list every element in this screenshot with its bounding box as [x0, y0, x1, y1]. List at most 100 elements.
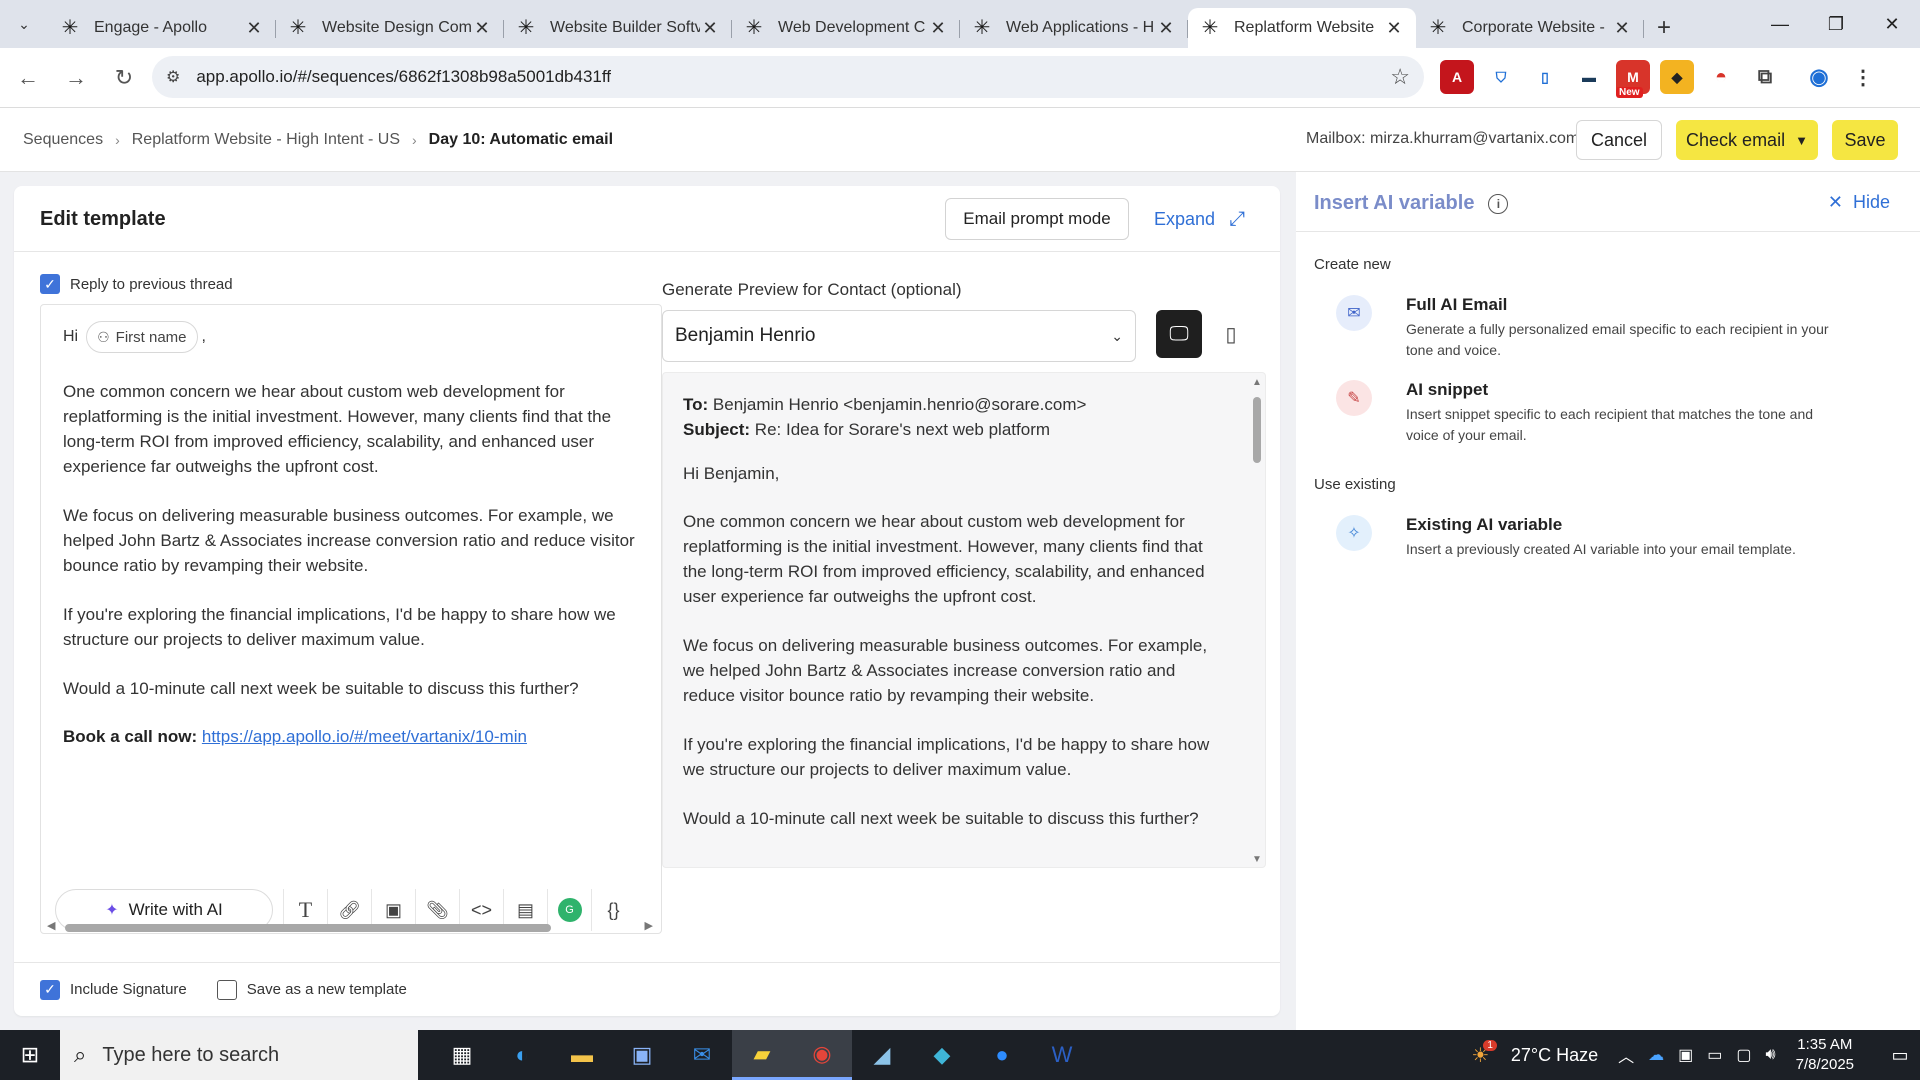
breadcrumb-sequences[interactable]: Sequences — [23, 131, 103, 149]
reply-thread-option[interactable]: ✓ Reply to previous thread — [40, 274, 233, 294]
tab-close-icon[interactable]: ✕ — [1384, 18, 1404, 39]
include-signature-option[interactable]: ✓ Include Signature — [40, 979, 187, 1000]
breadcrumb-sequence-name[interactable]: Replatform Website - High Intent - US — [132, 131, 400, 149]
browser-tab[interactable]: ✳ Web Development C ✕ — [732, 8, 960, 48]
volume-icon[interactable]: 🔊︎ — [1766, 1046, 1776, 1064]
word-icon[interactable]: W — [1032, 1030, 1092, 1080]
scroll-down-arrow-icon[interactable]: ▼ — [1252, 854, 1262, 865]
scroll-left-arrow-icon[interactable]: ◀ — [47, 919, 55, 932]
check-email-label: Check email — [1686, 129, 1786, 150]
chrome-icon[interactable]: ◉ — [792, 1030, 852, 1080]
ai-snippet-option[interactable]: ✎ AI snippet Insert snippet specific to … — [1336, 380, 1856, 443]
edge-icon[interactable]: ◐ — [492, 1030, 552, 1080]
battery-icon[interactable]: ▭ — [1707, 1045, 1722, 1065]
pdf-extension-icon[interactable]: A — [1440, 60, 1474, 94]
close-window-icon[interactable]: ✕ — [1864, 0, 1920, 48]
reload-icon[interactable]: ↻ — [104, 58, 144, 98]
horizontal-scrollbar[interactable]: ◀ ▶ — [47, 919, 653, 932]
expand-button[interactable]: Expand ⤢ — [1154, 208, 1245, 231]
full-ai-email-option[interactable]: ✉ Full AI Email Generate a fully persona… — [1336, 295, 1856, 358]
save-new-template-option[interactable]: Save as a new template — [216, 979, 407, 1000]
book-call-link[interactable]: https://app.apollo.io/#/meet/vartanix/10… — [202, 727, 527, 746]
restore-icon[interactable]: ❐ — [1808, 0, 1864, 48]
email-preview-pane[interactable]: To: Benjamin Henrio <benjamin.henrio@sor… — [662, 372, 1266, 868]
zoom-icon[interactable]: ● — [972, 1030, 1032, 1080]
tab-close-icon[interactable]: ✕ — [700, 18, 720, 39]
mobile-preview-button[interactable]: ▯ — [1208, 310, 1254, 358]
store-icon[interactable]: ▣ — [612, 1030, 672, 1080]
browser-tab-active[interactable]: ✳ Replatform Website ✕ — [1188, 8, 1416, 48]
file-explorer-icon[interactable]: ▬ — [552, 1030, 612, 1080]
tab-close-icon[interactable]: ✕ — [472, 18, 492, 39]
new-tab-button[interactable]: + — [1644, 8, 1684, 48]
folder-extension-icon[interactable]: ▬ — [1572, 60, 1606, 94]
person-icon: ⚇ — [97, 328, 110, 345]
close-icon: ✕ — [1827, 192, 1843, 212]
preview-contact-select[interactable]: Benjamin Henrio ⌄ — [662, 310, 1136, 362]
reply-thread-label: Reply to previous thread — [70, 275, 233, 293]
pokeball-extension-icon[interactable]: ◓ — [1704, 60, 1738, 94]
email-prompt-mode-button[interactable]: Email prompt mode — [945, 198, 1129, 240]
caret-down-icon[interactable]: ▼ — [1795, 133, 1808, 148]
back-icon[interactable]: ← — [8, 58, 48, 98]
windows-start-icon[interactable]: ⊞ — [0, 1030, 60, 1080]
address-bar[interactable]: ⚙ app.apollo.io/#/sequences/6862f1308b98… — [152, 56, 1424, 98]
desktop-preview-button[interactable]: 🖵︎ — [1156, 310, 1202, 358]
notes-app-icon[interactable]: ◢ — [852, 1030, 912, 1080]
network-icon[interactable]: ▢ — [1736, 1045, 1751, 1065]
scrollbar-thumb[interactable] — [1253, 397, 1261, 463]
diamond-app-icon[interactable]: ◆ — [912, 1030, 972, 1080]
tab-close-icon[interactable]: ✕ — [244, 18, 264, 39]
scroll-up-arrow-icon[interactable]: ▲ — [1252, 377, 1262, 388]
cancel-button[interactable]: Cancel — [1576, 120, 1662, 160]
tab-close-icon[interactable]: ✕ — [928, 18, 948, 39]
existing-ai-variable-option[interactable]: ✧ Existing AI variable Insert a previous… — [1336, 515, 1856, 559]
tray-app-icon[interactable]: ▣ — [1678, 1045, 1693, 1065]
reply-thread-checkbox[interactable]: ✓ — [40, 274, 60, 294]
vertical-scrollbar[interactable]: ▲ ▼ — [1251, 377, 1263, 865]
check-email-button[interactable]: Check email ▼ — [1676, 120, 1818, 160]
profile-avatar-icon[interactable]: ◉ — [1802, 60, 1836, 94]
scroll-right-arrow-icon[interactable]: ▶ — [645, 919, 653, 932]
document-extension-icon[interactable]: ▯ — [1528, 60, 1562, 94]
url-text[interactable]: app.apollo.io/#/sequences/6862f1308b98a5… — [196, 67, 1390, 87]
browser-menu-icon[interactable]: ⋮ — [1846, 60, 1880, 94]
hide-panel-button[interactable]: ✕ Hide — [1828, 192, 1890, 213]
taskbar-clock[interactable]: 1:35 AM 7/8/2025 — [1796, 1035, 1854, 1075]
tab-close-icon[interactable]: ✕ — [1156, 18, 1176, 39]
browser-tab[interactable]: ✳ Website Design Com ✕ — [276, 8, 504, 48]
include-signature-checkbox[interactable]: ✓ — [40, 979, 60, 1000]
mail-extension-icon[interactable]: M New — [1616, 60, 1650, 98]
browser-tab[interactable]: ✳ Corporate Website - ✕ — [1416, 8, 1644, 48]
email-body-editor[interactable]: Hi ⚇ First name , One common concern we … — [40, 304, 662, 934]
save-button[interactable]: Save — [1832, 120, 1898, 160]
mail-icon[interactable]: ✉ — [672, 1030, 732, 1080]
info-icon[interactable]: i — [1488, 193, 1509, 214]
apollo-favicon-icon: ✳ — [1429, 17, 1447, 39]
browser-tab[interactable]: ✳ Web Applications - H ✕ — [960, 8, 1188, 48]
minimize-icon[interactable]: — — [1752, 0, 1808, 48]
windows-taskbar: ⊞ ⌕ Type here to search ▦ ◐ ▬ ▣ ✉ ▰ ◉ ◢ … — [0, 1030, 1920, 1080]
shield-extension-icon[interactable]: ⛉ — [1484, 60, 1518, 94]
tab-close-icon[interactable]: ✕ — [1612, 18, 1632, 39]
site-info-icon[interactable]: ⚙ — [166, 67, 180, 87]
onedrive-icon[interactable]: ☁ — [1648, 1045, 1664, 1065]
browser-tab[interactable]: ✳ Website Builder Softv ✕ — [504, 8, 732, 48]
chevron-up-icon[interactable]: ︿ — [1618, 1043, 1634, 1067]
taskbar-search-box[interactable]: ⌕ Type here to search — [60, 1030, 418, 1080]
tab-search-button[interactable]: ⌄ — [0, 0, 48, 48]
ai-snippet-icon: ✎ — [1336, 380, 1372, 416]
tag-extension-icon[interactable]: ◆ — [1660, 60, 1694, 94]
task-view-icon[interactable]: ▦ — [432, 1030, 492, 1080]
weather-widget[interactable]: ☀ 1 27°C Haze — [1471, 1039, 1598, 1068]
notifications-icon[interactable]: ▭ — [1880, 1045, 1920, 1066]
preview-contact-label: Generate Preview for Contact (optional) — [662, 280, 962, 299]
forward-icon[interactable]: → — [56, 58, 96, 98]
extensions-puzzle-icon[interactable]: ⧉ — [1748, 60, 1782, 94]
scrollbar-thumb[interactable] — [65, 924, 551, 932]
browser-tab[interactable]: ✳ Engage - Apollo ✕ — [48, 8, 276, 48]
first-name-variable-chip[interactable]: ⚇ First name — [86, 321, 198, 353]
bookmark-star-icon[interactable]: ☆ — [1390, 64, 1410, 90]
sticky-notes-icon[interactable]: ▰ — [732, 1030, 792, 1080]
save-new-template-checkbox[interactable] — [216, 979, 237, 1000]
